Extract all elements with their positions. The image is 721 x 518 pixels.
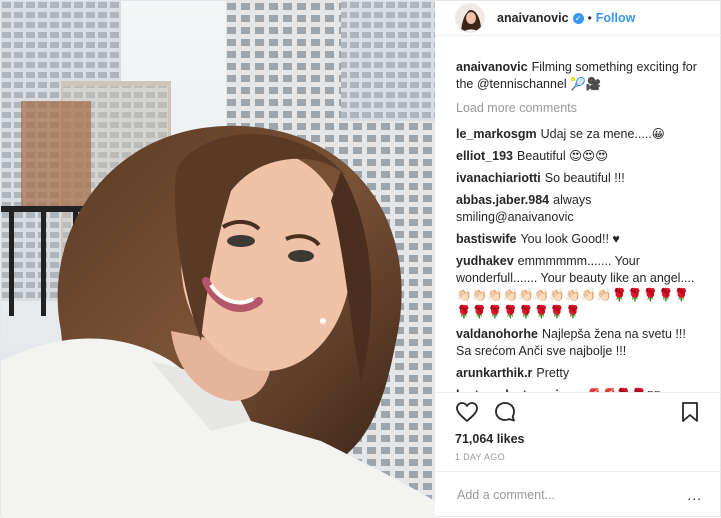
selfie-photo-illustration	[1, 1, 435, 518]
comment-item: abbas.jaber.984 always smiling@anaivanovi…	[456, 192, 702, 226]
comments-list[interactable]: anaivanovic Filming something exciting fo…	[435, 59, 721, 392]
load-more-comments-link[interactable]: Load more comments	[456, 101, 702, 115]
comment-item: bastiswife You look Good!! ♥	[456, 231, 702, 248]
comment-username[interactable]: valdanohorhe	[456, 327, 538, 341]
comment-username[interactable]: ivanachiariotti	[456, 171, 541, 185]
action-icons-row	[455, 393, 702, 431]
comment-username[interactable]: arunkarthik.r	[456, 366, 532, 380]
post-actions: 71,064 likes 1 DAY AGO	[435, 392, 721, 462]
follow-button[interactable]: Follow	[596, 11, 636, 25]
comment-item: le_markosgm Udaj se za mene.....😀	[456, 126, 702, 143]
avatar[interactable]	[455, 3, 485, 33]
comment-text: You look Good!! ♥	[520, 232, 620, 246]
instagram-post: anaivanovic ✓ • Follow anaivanovic Filmin…	[0, 0, 721, 518]
header-separator: •	[587, 11, 592, 25]
post-photo[interactable]	[1, 1, 435, 518]
bookmark-icon[interactable]	[678, 400, 702, 424]
add-comment-input[interactable]	[457, 488, 688, 502]
comment-text: Beautiful 😍😍😍	[516, 149, 609, 163]
caption-username[interactable]: anaivanovic	[456, 60, 528, 74]
comment-item: elliot_193 Beautiful 😍😍😍	[456, 148, 702, 165]
post-side-panel: anaivanovic ✓ • Follow anaivanovic Filmin…	[435, 1, 721, 518]
comment-text: Pretty	[536, 366, 570, 380]
comment-item: yudhakev emmmmmm....... Your wonderfull..…	[456, 253, 702, 321]
comment-username[interactable]: abbas.jaber.984	[456, 193, 549, 207]
comment-username[interactable]: bastiswife	[456, 232, 516, 246]
post-header: anaivanovic ✓ • Follow	[435, 1, 721, 36]
add-comment-bar: ...	[435, 471, 721, 518]
comment-username[interactable]: yudhakev	[456, 254, 514, 268]
header-username[interactable]: anaivanovic	[497, 11, 569, 25]
comment-item: ivanachiariotti So beautiful !!!	[456, 170, 702, 187]
comment-bubble-icon[interactable]	[493, 400, 517, 424]
post-timestamp[interactable]: 1 DAY AGO	[455, 452, 702, 462]
likes-count[interactable]: 71,064 likes	[455, 431, 702, 447]
more-options-icon[interactable]: ...	[687, 487, 702, 503]
avatar-image	[456, 4, 484, 32]
comment-username[interactable]: elliot_193	[456, 149, 513, 163]
heart-icon[interactable]	[455, 400, 479, 424]
comment-item: arunkarthik.r Pretty	[456, 365, 702, 382]
verified-check-icon: ✓	[572, 12, 584, 24]
comment-text: So beautiful !!!	[544, 171, 625, 185]
comment-text: Udaj se za mene.....😀	[540, 127, 665, 141]
comment-username[interactable]: le_markosgm	[456, 127, 537, 141]
caption: anaivanovic Filming something exciting fo…	[456, 59, 702, 93]
comment-item: valdanohorhe Najlepša žena na svetu !!! S…	[456, 326, 702, 360]
